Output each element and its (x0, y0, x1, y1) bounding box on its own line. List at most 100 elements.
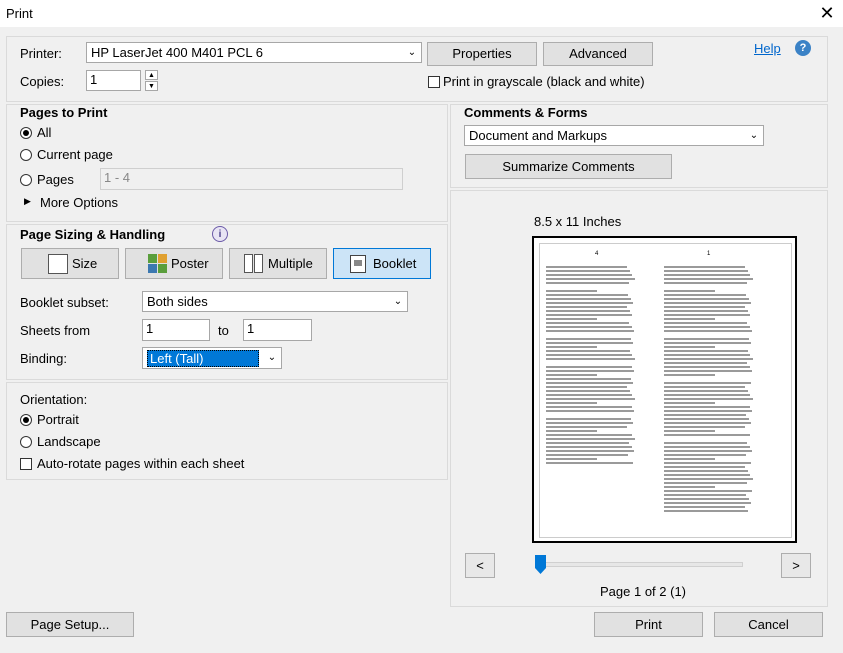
text-line (664, 326, 750, 328)
text-line (546, 270, 630, 272)
text-line (664, 442, 747, 444)
text-line (546, 430, 597, 432)
text-line (664, 510, 748, 512)
booklet-subset-select[interactable]: Both sides ⌄ (142, 291, 408, 312)
text-line (664, 422, 752, 424)
left-page-number: 4 (595, 251, 599, 257)
text-line (664, 390, 748, 392)
pages-range-value: 1 - 4 (104, 170, 131, 185)
text-line (664, 306, 745, 308)
poster-mode-label: Poster (171, 256, 209, 271)
pages-range-input[interactable]: 1 - 4 (100, 168, 403, 190)
text-line (546, 382, 634, 384)
text-line (664, 370, 753, 372)
cancel-button[interactable]: Cancel (714, 612, 823, 637)
text-line (664, 458, 715, 460)
booklet-sheet: 4 1 (539, 243, 792, 538)
text-line (546, 354, 633, 356)
binding-label: Binding: (20, 351, 67, 366)
sheets-from-input[interactable]: 1 (142, 319, 210, 341)
text-line (664, 406, 750, 408)
text-line (664, 342, 752, 344)
printer-value: HP LaserJet 400 M401 PCL 6 (91, 45, 263, 60)
sheets-to-label: to (218, 323, 229, 338)
more-options-toggle[interactable]: More Options (40, 195, 118, 210)
text-line (664, 298, 749, 300)
booklet-mode-button[interactable]: Booklet (333, 248, 431, 279)
text-line (664, 350, 748, 352)
print-button[interactable]: Print (594, 612, 703, 637)
auto-rotate-checkbox[interactable] (20, 458, 32, 470)
text-line (546, 378, 631, 380)
text-line (664, 354, 751, 356)
expand-triangle-icon[interactable]: ▶ (24, 196, 31, 207)
chevron-down-icon[interactable]: ▼ (145, 81, 158, 91)
text-line (546, 458, 597, 460)
page-slider-track[interactable] (536, 562, 743, 567)
text-line (664, 450, 753, 452)
pages-radio[interactable] (20, 174, 32, 186)
summarize-comments-button[interactable]: Summarize Comments (465, 154, 672, 179)
info-icon[interactable]: i (212, 226, 228, 242)
text-line (664, 470, 748, 472)
text-line (664, 394, 751, 396)
text-line (664, 410, 753, 412)
grayscale-checkbox[interactable] (428, 76, 440, 88)
previous-page-button[interactable]: < (465, 553, 495, 578)
properties-button[interactable]: Properties (427, 42, 537, 66)
advanced-button[interactable]: Advanced (543, 42, 653, 66)
printer-select[interactable]: HP LaserJet 400 M401 PCL 6 ⌄ (86, 42, 422, 63)
landscape-label: Landscape (37, 434, 101, 449)
portrait-radio[interactable] (20, 414, 32, 426)
help-link[interactable]: Help (754, 41, 781, 56)
text-line (664, 278, 754, 280)
booklet-mode-label: Booklet (373, 256, 417, 271)
landscape-radio[interactable] (20, 436, 32, 448)
binding-select[interactable]: Left (Tall) ⌄ (142, 347, 282, 369)
text-line (546, 418, 631, 420)
text-line (546, 306, 627, 308)
sheets-to-input[interactable]: 1 (243, 319, 312, 341)
right-page-number: 1 (707, 251, 711, 257)
poster-icon (148, 254, 168, 274)
sheets-from-label: Sheets from (20, 323, 91, 338)
pages-label: Pages (37, 172, 74, 187)
page-setup-button[interactable]: Page Setup... (6, 612, 134, 637)
text-line (664, 462, 752, 464)
close-icon[interactable]: ✕ (815, 2, 839, 24)
text-line (546, 426, 627, 428)
help-icon[interactable]: ? (795, 40, 811, 56)
text-line (546, 406, 632, 408)
text-line (664, 346, 715, 348)
text-line (664, 494, 746, 496)
text-line (546, 438, 636, 440)
next-page-button[interactable]: > (781, 553, 811, 578)
chevron-up-icon[interactable]: ▲ (145, 70, 158, 80)
poster-mode-button[interactable]: Poster (125, 248, 223, 279)
size-icon (48, 254, 68, 274)
text-line (664, 502, 752, 504)
text-line (546, 410, 635, 412)
current-page-radio[interactable] (20, 149, 32, 161)
text-line (664, 482, 747, 484)
text-line (664, 426, 745, 428)
text-line (664, 418, 749, 420)
text-line (664, 310, 748, 312)
printer-label: Printer: (20, 46, 62, 61)
text-line (664, 302, 752, 304)
copies-stepper[interactable]: ▲ ▼ (145, 70, 158, 91)
page-slider-thumb[interactable] (535, 555, 546, 574)
copies-input[interactable]: 1 (86, 70, 141, 91)
all-radio[interactable] (20, 127, 32, 139)
size-mode-button[interactable]: Size (21, 248, 119, 279)
comments-forms-select[interactable]: Document and Markups ⌄ (464, 125, 764, 146)
text-line (546, 282, 629, 284)
multiple-mode-button[interactable]: Multiple (229, 248, 327, 279)
text-line (546, 434, 633, 436)
text-line (546, 422, 634, 424)
auto-rotate-label: Auto-rotate pages within each sheet (37, 456, 245, 471)
chevron-down-icon: ⌄ (393, 296, 403, 307)
text-line (546, 314, 633, 316)
text-line (546, 350, 630, 352)
text-line (664, 402, 715, 404)
